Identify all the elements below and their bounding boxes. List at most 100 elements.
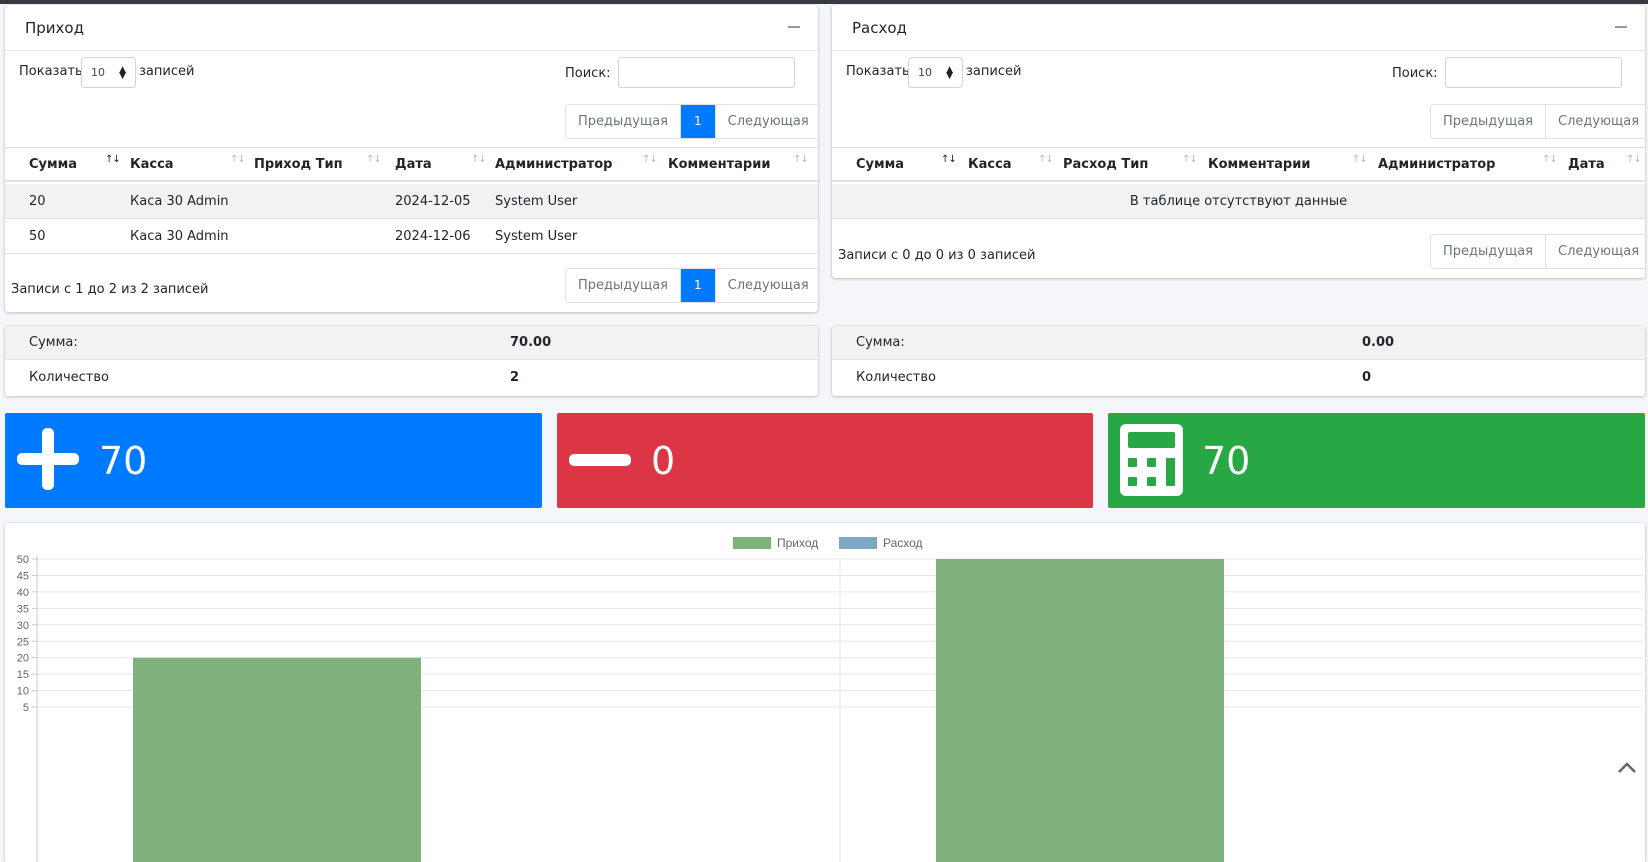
show-label: Показать — [19, 64, 83, 79]
legend-swatch — [839, 537, 877, 549]
sort-icon: ↑↓ — [793, 154, 809, 165]
balance-total-value: 70 — [1202, 439, 1251, 483]
cell-date: 2024-12-06 — [395, 229, 471, 244]
summary-sum-value: 0.00 — [1362, 335, 1395, 350]
col-header-type[interactable]: Расход Тип — [1063, 157, 1148, 172]
calculator-icon — [1120, 424, 1183, 496]
y-tick-label: 45 — [17, 570, 29, 582]
bar-income — [936, 559, 1224, 862]
col-header-admin[interactable]: Администратор — [495, 157, 612, 172]
empty-table-row: В таблице отсутствуют данные — [832, 184, 1645, 219]
y-tick-label: 5 — [23, 702, 29, 714]
cell-admin: System User — [495, 194, 578, 209]
y-tick-label: 35 — [17, 603, 29, 615]
col-header-admin[interactable]: Администратор — [1378, 157, 1495, 172]
y-tick-label: 40 — [17, 587, 29, 599]
page-1-button[interactable]: 1 — [681, 105, 716, 138]
scroll-to-top-chevron-up-icon[interactable] — [1614, 755, 1640, 781]
page-length-value: 10 — [91, 66, 105, 79]
sort-select-arrow-icon: ▲ ▼ — [946, 65, 953, 81]
next-page-button[interactable]: Следующая — [1546, 235, 1645, 268]
table-row: 50 Каса 30 Admin 2024-12-06 System User — [5, 219, 818, 254]
page-length-select[interactable]: 10 ▲ ▼ — [81, 57, 136, 88]
table-info: Записи с 0 до 0 из 0 записей — [838, 248, 1036, 263]
col-header-kassa[interactable]: Касса — [130, 157, 174, 172]
summary-row-sum: Сумма: 70.00 — [5, 326, 818, 360]
col-header-comment[interactable]: Комментарии — [1208, 157, 1310, 172]
legend-swatch — [733, 537, 771, 549]
cell-kassa: Каса 30 Admin — [130, 229, 229, 244]
expense-card-header: Расход — [832, 5, 1645, 51]
pagination-top: Предыдущая 1 Следующая — [565, 104, 818, 139]
table-info: Записи с 1 до 2 из 2 записей — [11, 282, 209, 297]
show-label: Показать — [846, 64, 910, 79]
y-tick-label: 50 — [17, 554, 29, 566]
search-input[interactable] — [618, 57, 795, 88]
bar-income — [133, 657, 421, 862]
legend-label: Приход — [777, 536, 818, 550]
col-header-date[interactable]: Дата — [1568, 157, 1605, 172]
summary-row-count: Количество 2 — [5, 361, 818, 395]
summary-sum-value: 70.00 — [510, 335, 552, 350]
summary-row-sum: Сумма: 0.00 — [832, 326, 1645, 360]
cell-kassa: Каса 30 Admin — [130, 194, 229, 209]
sort-icon: ↑↓ — [642, 154, 658, 165]
income-total-value: 70 — [99, 439, 148, 483]
sort-icon: ↑↓ — [1182, 154, 1198, 165]
plus-icon — [17, 428, 79, 490]
col-header-type[interactable]: Приход Тип — [254, 157, 343, 172]
y-tick-label: 10 — [17, 686, 29, 698]
sort-icon: ↑↓ — [471, 154, 487, 165]
expense-total-value: 0 — [651, 439, 676, 483]
cell-sum: 20 — [29, 194, 46, 209]
summary-sum-label: Сумма: — [856, 335, 905, 350]
prev-page-button[interactable]: Предыдущая — [1431, 105, 1546, 138]
next-page-button[interactable]: Следующая — [1546, 105, 1645, 138]
table-row: 20 Каса 30 Admin 2024-12-05 System User — [5, 184, 818, 219]
prev-page-button[interactable]: Предыдущая — [1431, 235, 1546, 268]
y-tick-label: 25 — [17, 636, 29, 648]
sort-icon: ↑↓ — [1626, 154, 1642, 165]
pagination-bottom: Предыдущая 1 Следующая — [565, 268, 818, 303]
next-page-button[interactable]: Следующая — [716, 105, 818, 138]
sort-icon: ↑↓ — [366, 154, 382, 165]
legend-label: Расход — [883, 536, 923, 550]
col-header-sum[interactable]: Сумма — [29, 157, 77, 172]
sort-asc-icon: ↑↓ — [941, 154, 957, 165]
sort-asc-icon: ↑↓ — [105, 154, 121, 165]
summary-row-count: Количество 0 — [832, 361, 1645, 395]
sort-icon: ↑↓ — [1352, 154, 1368, 165]
prev-page-button[interactable]: Предыдущая — [566, 105, 681, 138]
sort-icon: ↑↓ — [230, 154, 246, 165]
collapse-minus-icon[interactable] — [1615, 26, 1627, 28]
col-header-comment[interactable]: Комментарии — [668, 157, 770, 172]
y-tick-label: 20 — [17, 653, 29, 665]
entries-label: записей — [966, 64, 1022, 79]
page-length-value: 10 — [918, 66, 932, 79]
expense-card: Расход Показать 10 ▲ ▼ записей Поиск: Пре… — [832, 5, 1645, 278]
y-tick-label: 30 — [17, 620, 29, 632]
search-label: Поиск: — [1392, 66, 1438, 81]
expense-table-header: Сумма ↑↓ Касса ↑↓ Расход Тип ↑↓ Коммента… — [832, 147, 1645, 182]
next-page-button[interactable]: Следующая — [716, 269, 818, 302]
chart-card: Приход Расход 50 45 40 35 30 25 20 15 10 5 — [5, 523, 1645, 862]
y-tick-label: 15 — [17, 669, 29, 681]
minus-icon — [569, 454, 631, 466]
expense-total-box: 0 — [557, 413, 1093, 508]
prev-page-button[interactable]: Предыдущая — [566, 269, 681, 302]
collapse-minus-icon[interactable] — [788, 26, 800, 28]
col-header-kassa[interactable]: Касса — [968, 157, 1012, 172]
page-length-select[interactable]: 10 ▲ ▼ — [908, 57, 963, 88]
top-navbar-strip — [0, 0, 1648, 4]
pagination-bottom: Предыдущая Следующая — [1430, 234, 1645, 269]
page-1-button[interactable]: 1 — [681, 269, 716, 302]
sort-icon: ↑↓ — [1038, 154, 1054, 165]
summary-count-label: Количество — [29, 370, 109, 385]
cell-admin: System User — [495, 229, 578, 244]
col-header-sum[interactable]: Сумма — [856, 157, 904, 172]
income-summary-card: Сумма: 70.00 Количество 2 — [5, 326, 818, 396]
col-header-date[interactable]: Дата — [395, 157, 432, 172]
empty-table-text: В таблице отсутствуют данные — [1129, 194, 1348, 209]
search-input[interactable] — [1445, 57, 1622, 88]
balance-total-box: 70 — [1108, 413, 1645, 508]
